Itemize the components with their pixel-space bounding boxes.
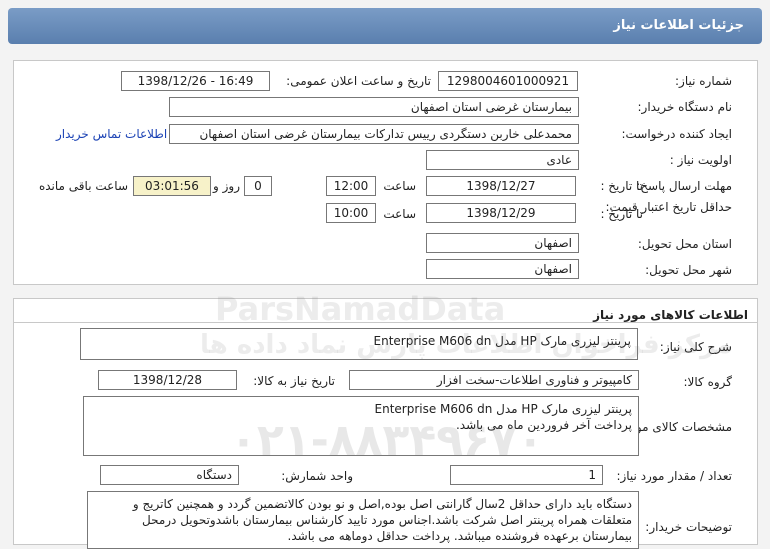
buyer-org-field: بیمارستان غرضی استان اصفهان [169, 97, 579, 117]
summary-label: شرح کلی نیاز: [659, 340, 732, 354]
group-label: گروه کالا: [683, 375, 733, 389]
province-field: اصفهان [426, 233, 579, 253]
validity-time-field: 10:00 [326, 203, 376, 223]
summary-field: پرینتر لیزری مارک HP مدل Enterprise M606… [80, 328, 638, 360]
need-date-field: 1398/12/28 [98, 370, 237, 390]
need-number-field: 1298004601000921 [438, 71, 578, 91]
page-title-bar: جزئیات اطلاعات نیاز [8, 8, 762, 44]
days-label: روز و [213, 179, 240, 193]
spec-field: پرینتر لیزری مارک HP مدل Enterprise M606… [83, 396, 639, 456]
deadline-time-field: 12:00 [326, 176, 376, 196]
priority-label: اولویت نیاز : [669, 153, 732, 167]
qty-label: تعداد / مقدار مورد نیاز: [616, 469, 732, 483]
spec-line-2: پرداخت آخر فروردین ماه می باشد. [455, 418, 632, 432]
buyer-notes-field: دستگاه باید دارای حداقل 2سال گارانتی اصل… [87, 491, 639, 549]
requester-label: ایجاد کننده درخواست: [621, 127, 732, 141]
unit-field: دستگاه [100, 465, 239, 485]
validity-to-date-label: تا تاریخ : [600, 207, 643, 221]
days-remaining-field: 0 [244, 176, 272, 196]
validity-date-field: 1398/12/29 [426, 203, 576, 223]
priority-field: عادی [426, 150, 579, 170]
buyer-org-label: نام دستگاه خریدار: [637, 100, 733, 114]
remaining-time-field: 03:01:56 [133, 176, 211, 196]
announce-field: 1398/12/26 - 16:49 [121, 71, 270, 91]
need-info-panel [13, 60, 758, 285]
city-label: شهر محل تحویل: [645, 263, 732, 277]
deadline-time-label: ساعت [383, 179, 416, 193]
goods-section-title: اطلاعات کالاهای مورد نیاز [593, 308, 748, 322]
deadline-date-field: 1398/12/27 [426, 176, 576, 196]
group-field: کامپیوتر و فناوری اطلاعات-سخت افزار [349, 370, 639, 390]
need-date-label: تاریخ نیاز به کالا: [253, 374, 335, 388]
announce-label: تاریخ و ساعت اعلان عمومی: [286, 74, 431, 88]
spec-line-1: پرینتر لیزری مارک HP مدل Enterprise M606… [374, 402, 633, 416]
unit-label: واحد شمارش: [281, 469, 353, 483]
qty-field: 1 [450, 465, 603, 485]
remaining-time-label: ساعت باقی مانده [38, 179, 128, 193]
deadline-to-date-label: تا تاریخ : [600, 179, 643, 193]
buyer-notes-label: توضیحات خریدار: [645, 520, 732, 534]
need-number-label: شماره نیاز: [675, 74, 732, 88]
deadline-label: مهلت ارسال پاسخ: [636, 179, 732, 193]
city-field: اصفهان [426, 259, 579, 279]
validity-time-label: ساعت [383, 207, 416, 221]
page-title: جزئیات اطلاعات نیاز [613, 18, 744, 33]
province-label: استان محل تحویل: [637, 237, 732, 251]
contact-info-link[interactable]: اطلاعات تماس خریدار [56, 127, 167, 141]
goods-section-divider [13, 322, 758, 323]
requester-field: محمدعلی خاربن دستگردی رییس تدارکات بیمار… [169, 124, 579, 144]
